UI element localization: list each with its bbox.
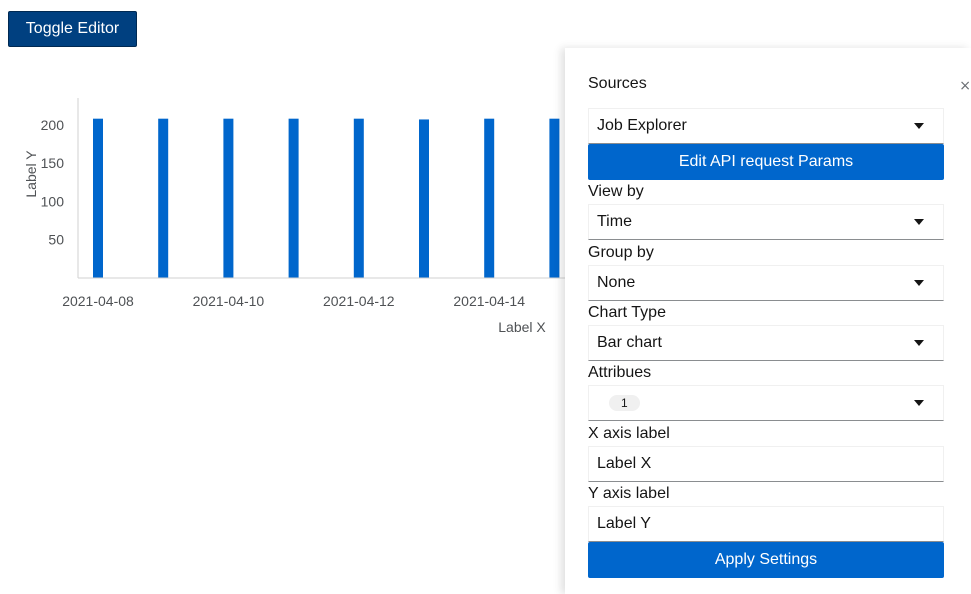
chart-type-select[interactable]: Bar chart [588, 325, 944, 361]
x-axis-label: Label X [498, 319, 546, 335]
view-by-label: View by [588, 183, 644, 200]
caret-down-icon [914, 340, 924, 346]
attributes-select-value: 1 [597, 394, 914, 412]
x-axis-label-label: X axis label [588, 425, 670, 442]
y-tick-label: 150 [41, 155, 65, 171]
close-icon[interactable]: × [959, 78, 971, 94]
attributes-label: Attribues [588, 364, 652, 381]
caret-down-icon [914, 123, 924, 129]
chart-bar[interactable] [484, 118, 495, 278]
edit-api-params-button[interactable]: Edit API request Params [588, 144, 944, 180]
view-by-select-value: Time [597, 213, 632, 230]
chart-bar[interactable] [93, 118, 103, 278]
sources-select-value: Job Explorer [597, 117, 687, 134]
y-tick-label: 50 [48, 232, 64, 248]
chart-bar[interactable] [549, 118, 560, 278]
x-tick-label: 2021-04-14 [453, 293, 525, 309]
group-by-select-value: None [597, 274, 636, 291]
x-tick-label: 2021-04-08 [62, 293, 134, 309]
group-by-select[interactable]: None [588, 265, 944, 301]
x-tick-label: 2021-04-12 [323, 293, 395, 309]
y-tick-label: 100 [41, 193, 65, 209]
view-by-select[interactable]: Time [588, 204, 944, 240]
attributes-select[interactable]: 1 [588, 385, 944, 421]
caret-down-icon [914, 280, 924, 286]
chart-bar[interactable] [288, 118, 299, 278]
attributes-count-badge: 1 [609, 395, 640, 411]
sources-label: Sources [588, 75, 647, 92]
toggle-editor-button[interactable]: Toggle Editor [8, 11, 137, 47]
y-axis-label-label: Y axis label [588, 485, 670, 502]
y-axis-label-input[interactable] [588, 506, 944, 542]
chart-type-label: Chart Type [588, 304, 666, 321]
x-axis-label-input[interactable] [588, 446, 944, 482]
apply-settings-button[interactable]: Apply Settings [588, 542, 944, 578]
x-tick-label: 2021-04-10 [193, 293, 265, 309]
group-by-label: Group by [588, 244, 654, 261]
bar-chart: 50 100 150 200 2021-04-08 2021-04-10 2021-04-… [23, 98, 565, 335]
sources-select[interactable]: Job Explorer [588, 108, 944, 144]
y-axis-label: Label Y [23, 150, 39, 198]
chart-bar[interactable] [353, 118, 364, 278]
chart-bar[interactable] [419, 119, 429, 278]
caret-down-icon [914, 219, 924, 225]
chart-bar[interactable] [223, 118, 234, 278]
y-tick-label: 200 [41, 117, 65, 133]
chart-bar[interactable] [158, 118, 169, 278]
chart-type-select-value: Bar chart [597, 334, 662, 351]
caret-down-icon [914, 400, 924, 406]
